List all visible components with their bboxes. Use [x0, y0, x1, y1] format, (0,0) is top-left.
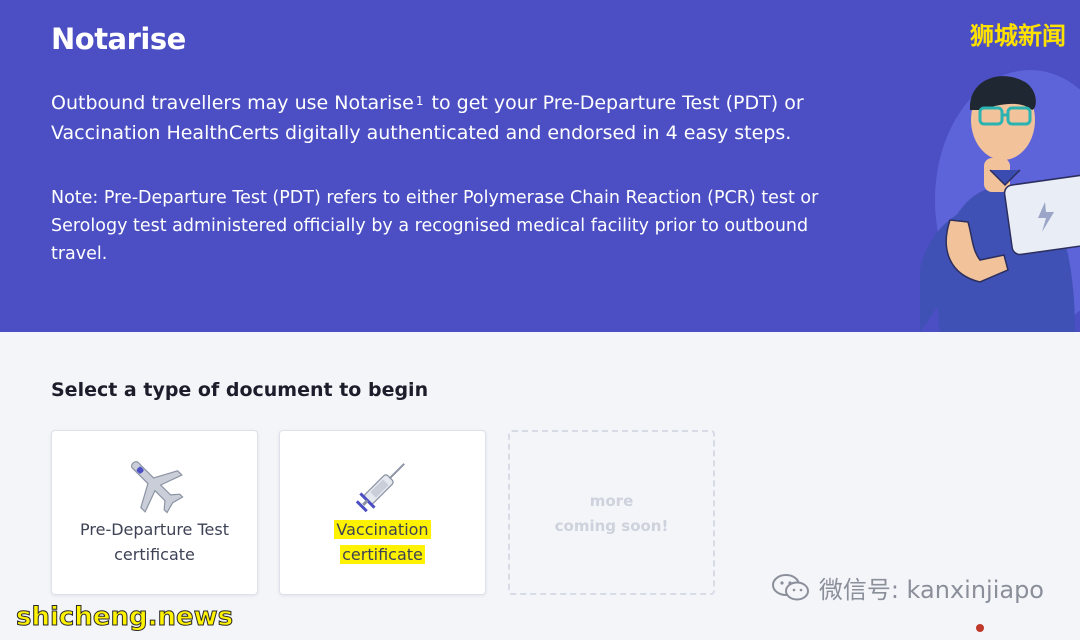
brand-logo[interactable]: Notarise — [51, 22, 186, 56]
pdt-label-line1: Pre-Departure Test — [80, 520, 229, 539]
coming-soon-label: more coming soon! — [510, 489, 713, 539]
syringe-icon — [355, 463, 405, 513]
wechat-id: 微信号: kanxinjiapo — [818, 576, 1044, 604]
section-title: Select a type of document to begin — [51, 379, 429, 401]
vaccination-label-line1: Vaccination — [334, 520, 431, 539]
wechat-watermark: 微信号: kanxinjiapo — [771, 570, 1044, 605]
pdt-note: Note: Pre-Departure Test (PDT) refers to… — [51, 188, 819, 264]
watermark-top-right: 狮城新闻 — [970, 22, 1066, 50]
coming-soon-line2: coming soon! — [554, 517, 669, 535]
coming-soon-card: more coming soon! — [508, 430, 715, 595]
intro-text: Outbound travellers may use Notarise 1 to… — [51, 88, 821, 148]
vaccination-card-label: Vaccination certificate — [280, 517, 485, 567]
coming-soon-line1: more — [589, 492, 634, 510]
pdt-card-label: Pre-Departure Test certificate — [52, 517, 257, 567]
footnote-link[interactable]: 1 — [416, 94, 424, 108]
document-type-section: Select a type of document to begin — [51, 379, 428, 401]
wechat-icon — [771, 573, 809, 600]
pdt-label-line2: certificate — [114, 545, 195, 564]
site-watermark: shicheng.news — [15, 602, 234, 633]
vaccination-label-line2: certificate — [340, 545, 425, 564]
corner-dot-icon — [976, 624, 984, 632]
person-laptop-illustration — [920, 70, 1080, 332]
airplane-icon — [131, 461, 184, 514]
pdt-certificate-card[interactable]: Pre-Departure Test certificate — [51, 430, 258, 595]
intro-before: Outbound travellers may use Notarise — [51, 92, 414, 114]
vaccination-certificate-card[interactable]: Vaccination certificate — [279, 430, 486, 595]
hero-banner: Notarise Outbound travellers may use Not… — [0, 0, 1080, 332]
